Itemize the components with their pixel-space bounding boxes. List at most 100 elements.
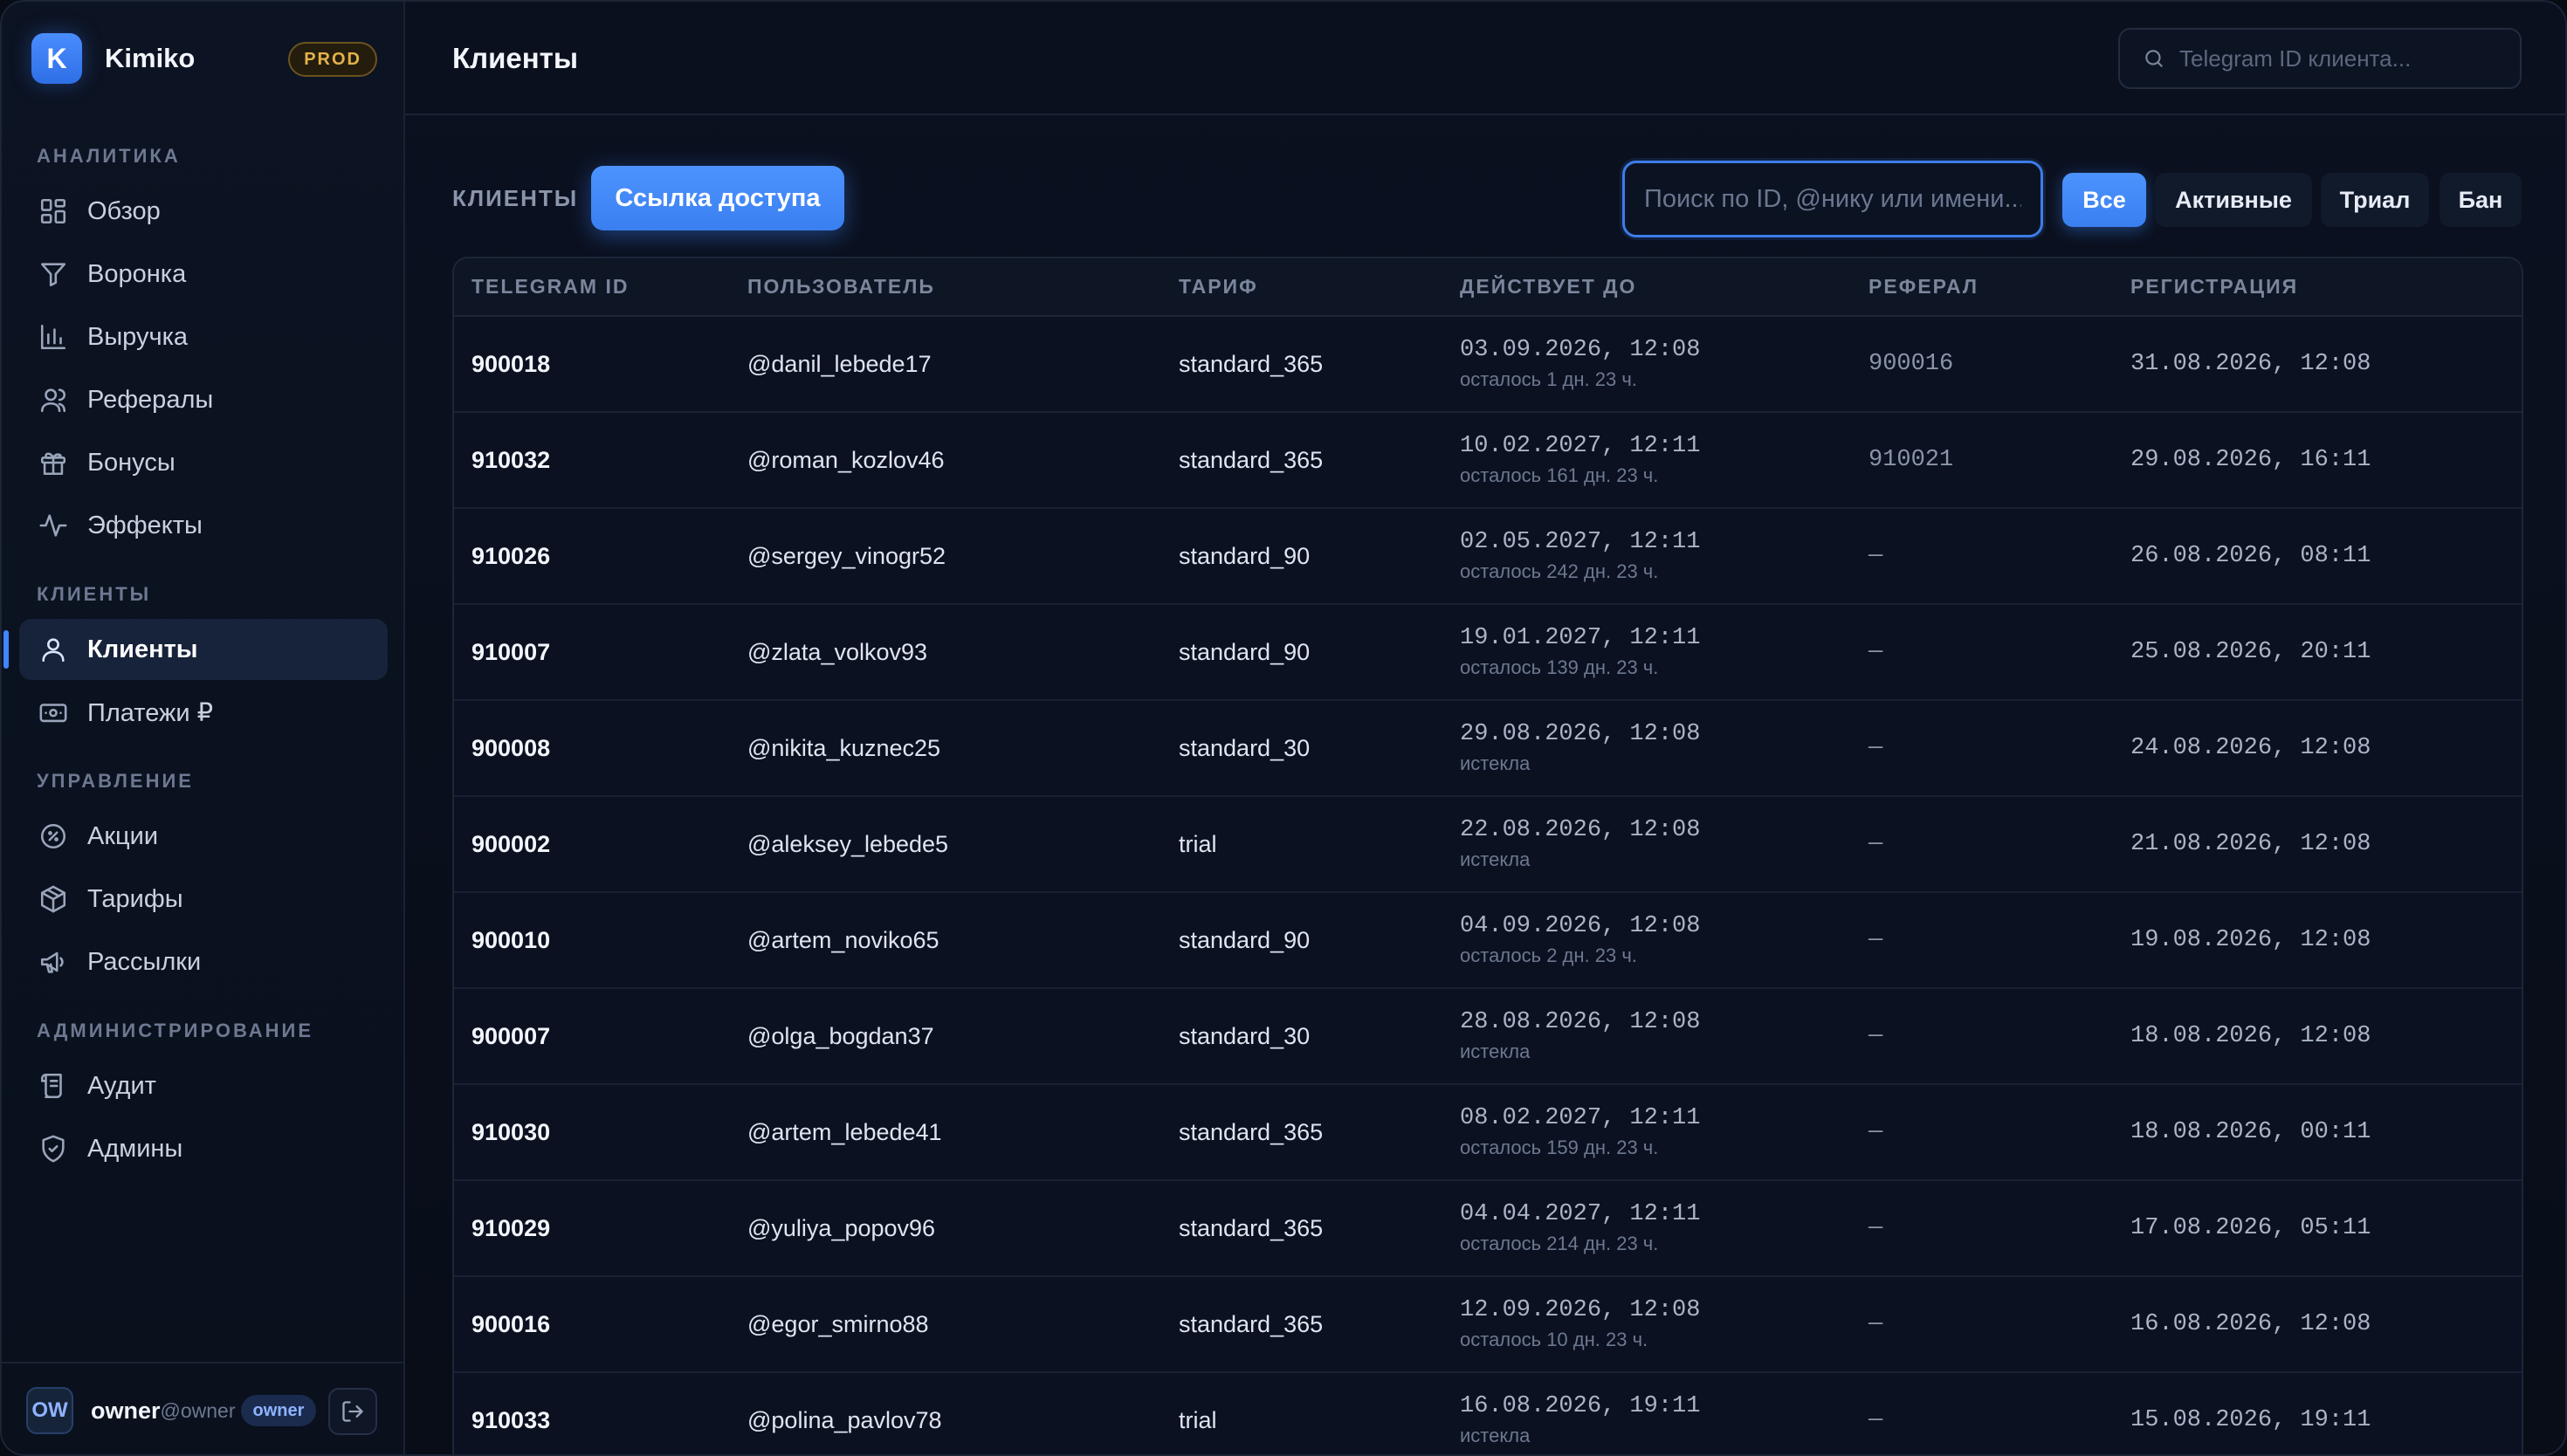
valid-until-date: 04.04.2027, 12:11 [1460,1201,1701,1227]
section-label: КЛИЕНТЫ [452,185,579,211]
column-header-plan[interactable]: ТАРИФ [1161,258,1442,317]
sidebar-item-funnel[interactable]: Воронка [19,244,388,305]
cell-plan: trial [1161,1372,1442,1454]
table-row[interactable]: 900007 @olga_bogdan37 standard_30 28.08.202… [454,988,2522,1085]
column-header-valid-until[interactable]: ДЕЙСТВУЕТ ДО [1442,258,1851,317]
table-row[interactable]: 900016 @egor_smirno88 standard_365 12.09.20… [454,1276,2522,1373]
table-row[interactable]: 910007 @zlata_volkov93 standard_90 19.01.20… [454,604,2522,701]
filter-ban-button[interactable]: Бан [2440,173,2522,227]
sidebar-item-referrals[interactable]: Рефералы [19,369,388,430]
cell-referral: — [1851,796,2113,893]
cell-referral: — [1851,1276,2113,1373]
telegram-id-search-input[interactable] [2179,45,2494,72]
nav-section-clients: КЛИЕНТЫ [37,583,152,605]
cell-valid-until: 19.01.2027, 12:11 осталось 139 дн. 23 ч. [1442,604,1851,701]
cell-referral: — [1851,604,2113,701]
cell-plan: standard_365 [1161,412,1442,509]
access-link-button[interactable]: Ссылка доступа [591,166,844,230]
table-row[interactable]: 910032 @roman_kozlov46 standard_365 10.02.2… [454,412,2522,509]
sidebar-item-revenue[interactable]: Выручка [19,306,388,367]
logout-button[interactable] [328,1388,377,1435]
cell-plan: standard_90 [1161,604,1442,701]
cell-user: @yuliya_popov96 [730,1180,1161,1277]
filter-all-button[interactable]: Все [2062,173,2146,227]
cell-user: @danil_lebede17 [730,316,1161,413]
sidebar-item-label: Воронка [87,259,187,288]
filter-trial-button[interactable]: Триал [2321,173,2429,227]
valid-until-remaining: истекла [1460,1040,1531,1062]
telegram-id-search[interactable] [2118,28,2522,89]
valid-until-date: 28.08.2026, 12:08 [1460,1009,1701,1035]
valid-until-remaining: осталось 10 дн. 23 ч. [1460,1329,1648,1350]
app-name: Kimiko [105,43,196,73]
sidebar-item-mailings[interactable]: Рассылки [19,931,388,992]
sidebar-item-label: Рефералы [87,385,214,414]
sidebar-item-label: Тарифы [87,884,183,913]
sidebar: K Kimiko PROD АНАЛИТИКА Обзор Воронка Вы… [2,2,405,1454]
cell-valid-until: 04.04.2027, 12:11 осталось 214 дн. 23 ч. [1442,1180,1851,1277]
cell-valid-until: 03.09.2026, 12:08 осталось 1 дн. 23 ч. [1442,316,1851,413]
cell-registration: 26.08.2026, 08:11 [2113,508,2522,605]
nav-section-administration: АДМИНИСТРИРОВАНИЕ [37,1020,314,1041]
table-row[interactable]: 910029 @yuliya_popov96 standard_365 04.04.2… [454,1180,2522,1277]
cell-valid-until: 29.08.2026, 12:08 истекла [1442,700,1851,797]
valid-until-remaining: истекла [1460,1425,1531,1446]
valid-until-date: 19.01.2027, 12:11 [1460,625,1701,651]
table-row[interactable]: 900018 @danil_lebede17 standard_365 03.09.2… [454,316,2522,413]
cell-plan: standard_365 [1161,316,1442,413]
valid-until-remaining: осталось 159 дн. 23 ч. [1460,1137,1659,1158]
table-row[interactable]: 900002 @aleksey_lebede5 trial 22.08.2026, 1… [454,796,2522,893]
cell-telegram-id: 900008 [454,700,730,797]
valid-until-date: 22.08.2026, 12:08 [1460,817,1701,843]
sidebar-item-admins[interactable]: Админы [19,1118,388,1179]
valid-until-date: 12.09.2026, 12:08 [1460,1297,1701,1323]
cell-registration: 18.08.2026, 12:08 [2113,988,2522,1085]
sidebar-item-plans[interactable]: Тарифы [19,869,388,930]
table-row[interactable]: 910033 @polina_pavlov78 trial 16.08.2026, 1… [454,1372,2522,1454]
logout-icon [341,1399,365,1424]
table-row[interactable]: 910030 @artem_lebede41 standard_365 08.02.2… [454,1084,2522,1181]
cell-registration: 25.08.2026, 20:11 [2113,604,2522,701]
sidebar-item-promotions[interactable]: Акции [19,806,388,867]
column-header-referral[interactable]: РЕФЕРАЛ [1851,258,2113,317]
cell-telegram-id: 910033 [454,1372,730,1454]
avatar[interactable]: OW [26,1387,73,1434]
sidebar-item-effects[interactable]: Эффекты [19,495,388,556]
client-search-input[interactable] [1622,161,2043,237]
sidebar-item-bonuses[interactable]: Бонусы [19,432,388,493]
sidebar-item-payments[interactable]: Платежи ₽ [19,682,388,743]
shield-icon [38,1134,68,1164]
table-row[interactable]: 900008 @nikita_kuznec25 standard_30 29.08.2… [454,700,2522,797]
bar-chart-icon [38,322,68,352]
cell-user: @polina_pavlov78 [730,1372,1161,1454]
cell-user: @zlata_volkov93 [730,604,1161,701]
cell-telegram-id: 910030 [454,1084,730,1181]
cell-plan: standard_30 [1161,988,1442,1085]
valid-until-date: 08.02.2027, 12:11 [1460,1105,1701,1131]
cell-user: @roman_kozlov46 [730,412,1161,509]
filter-active-button[interactable]: Активные [2155,173,2312,227]
cell-user: @olga_bogdan37 [730,988,1161,1085]
column-header-user[interactable]: ПОЛЬЗОВАТЕЛЬ [730,258,1161,317]
sidebar-item-clients[interactable]: Клиенты [19,619,388,680]
sidebar-item-audit[interactable]: Аудит [19,1055,388,1116]
column-header-telegram-id[interactable]: TELEGRAM ID [454,258,730,317]
cell-valid-until: 08.02.2027, 12:11 осталось 159 дн. 23 ч. [1442,1084,1851,1181]
topbar: Клиенты [405,2,2565,115]
valid-until-remaining: осталось 214 дн. 23 ч. [1460,1233,1659,1254]
cell-valid-until: 16.08.2026, 19:11 истекла [1442,1372,1851,1454]
table-header-row: TELEGRAM ID ПОЛЬЗОВАТЕЛЬ ТАРИФ ДЕЙСТВУЕТ… [454,258,2522,317]
table-row[interactable]: 910026 @sergey_vinogr52 standard_90 02.05.2… [454,508,2522,605]
cell-user: @egor_smirno88 [730,1276,1161,1373]
valid-until-remaining: осталось 242 дн. 23 ч. [1460,560,1659,582]
brand[interactable]: K Kimiko PROD [31,33,377,84]
payment-card-icon [38,697,68,727]
cell-plan: trial [1161,796,1442,893]
sidebar-item-overview[interactable]: Обзор [19,181,388,242]
cell-user: @sergey_vinogr52 [730,508,1161,605]
user-name: owner [91,1397,161,1424]
column-header-registration[interactable]: РЕГИСТРАЦИЯ [2113,258,2522,317]
table-row[interactable]: 900010 @artem_noviko65 standard_90 04.09.20… [454,892,2522,989]
sidebar-item-label: Клиенты [87,635,198,663]
cell-referral: — [1851,892,2113,989]
